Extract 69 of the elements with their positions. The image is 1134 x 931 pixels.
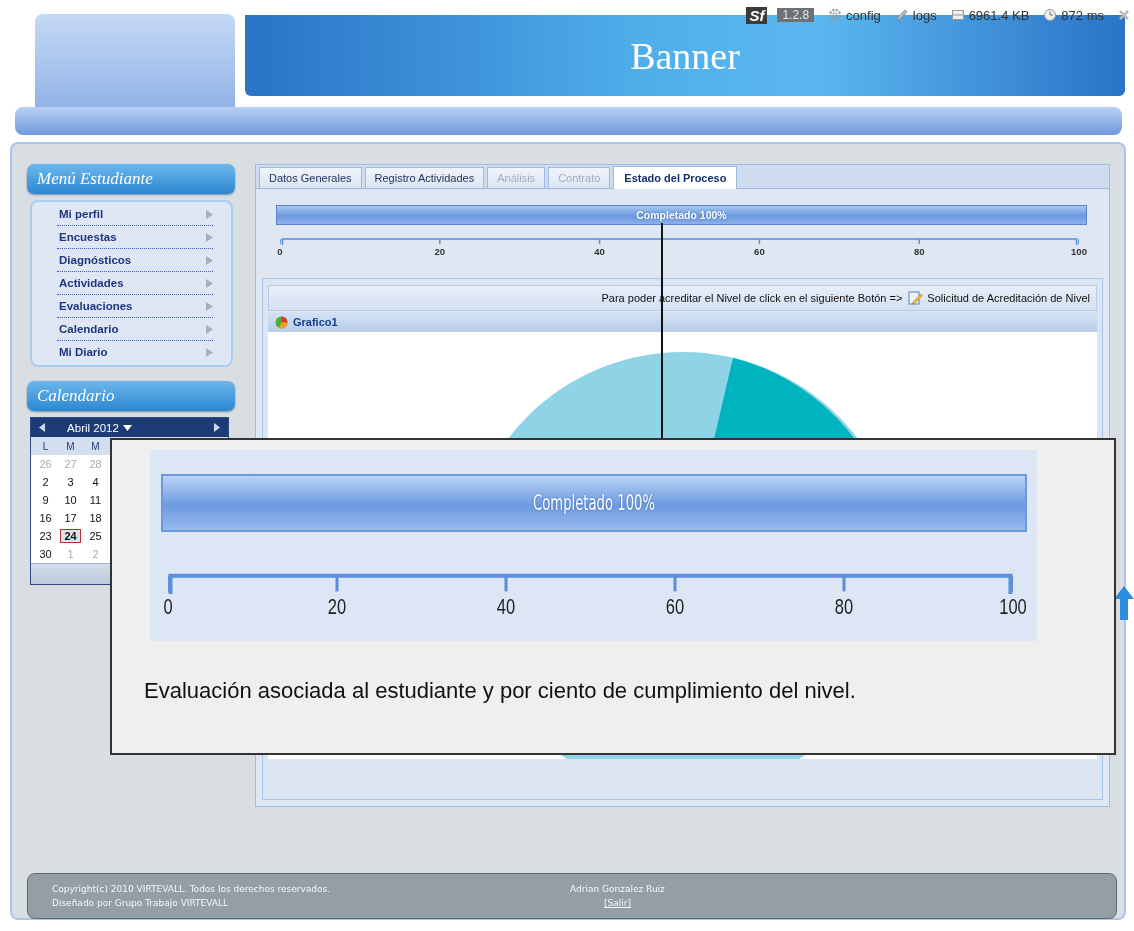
calendar-day[interactable]: 30 bbox=[33, 548, 58, 560]
calendar-title: Calendario bbox=[27, 381, 235, 411]
scale-label: 20 bbox=[434, 246, 446, 257]
tab[interactable]: Datos Generales bbox=[259, 167, 362, 188]
scale-label: 80 bbox=[834, 594, 854, 620]
scale-label: 40 bbox=[496, 594, 516, 620]
calendar-day[interactable]: 9 bbox=[33, 494, 58, 506]
scale-label: 100 bbox=[999, 594, 1027, 620]
calendar-day[interactable]: 16 bbox=[33, 512, 58, 524]
menu-item[interactable]: Evaluaciones bbox=[57, 295, 213, 318]
calendar-day[interactable]: 25 bbox=[83, 530, 108, 542]
version-badge: 1.2.8 bbox=[777, 8, 815, 22]
credits-text: Diseñado por Grupo Trabajo VIRTEVALL bbox=[52, 898, 230, 908]
next-month-icon[interactable] bbox=[212, 423, 220, 432]
banner-title: Banner bbox=[630, 33, 740, 78]
progress-label: Completado 100% bbox=[532, 489, 656, 517]
calendar-day[interactable]: 11 bbox=[83, 494, 108, 506]
weekday-label: M bbox=[65, 440, 76, 452]
menu-item[interactable]: Calendario bbox=[57, 318, 213, 341]
arrow-right-icon bbox=[206, 209, 213, 219]
scale-label: 20 bbox=[327, 594, 347, 620]
menu-title: Menú Estudiante bbox=[27, 164, 235, 194]
arrow-right-icon bbox=[206, 278, 213, 288]
previous-month-icon[interactable] bbox=[39, 423, 47, 432]
pie-chart-icon bbox=[274, 315, 289, 329]
edit-document-icon bbox=[908, 291, 924, 305]
arrow-up-icon[interactable] bbox=[1114, 586, 1134, 620]
clock-icon bbox=[1043, 8, 1058, 22]
framework-logo: Sf bbox=[746, 6, 768, 24]
gear-icon bbox=[828, 8, 843, 22]
calendar-day[interactable]: 10 bbox=[58, 494, 83, 506]
arrow-right-icon bbox=[206, 301, 213, 311]
menu-item[interactable]: Encuestas bbox=[57, 226, 213, 249]
calendar-day[interactable]: 24 bbox=[60, 529, 81, 543]
scale-label: 60 bbox=[754, 246, 765, 257]
calendar-day[interactable]: 18 bbox=[83, 512, 108, 524]
tab[interactable]: Estado del Proceso bbox=[613, 166, 738, 189]
menu-item[interactable]: Mi perfil bbox=[57, 203, 213, 226]
calendar-day[interactable]: 23 bbox=[33, 530, 58, 542]
menu-item[interactable]: Diagnósticos bbox=[57, 249, 213, 272]
scale-label: 0 bbox=[163, 594, 173, 620]
user-name: Adrian Gonzalez Ruiz bbox=[570, 884, 665, 894]
pencil-icon bbox=[894, 8, 909, 22]
scale-label: 60 bbox=[665, 594, 685, 620]
tab[interactable]: Registro Actividades bbox=[364, 167, 485, 188]
arrow-right-icon bbox=[206, 324, 213, 334]
memory-icon bbox=[950, 8, 965, 22]
scale-label: 100 bbox=[1071, 246, 1087, 257]
calendar-day[interactable]: 17 bbox=[58, 512, 83, 524]
calendar-day[interactable]: 3 bbox=[58, 476, 83, 488]
caret-icon bbox=[122, 424, 132, 431]
arrow-right-icon bbox=[206, 347, 213, 357]
arrow-right-icon bbox=[206, 255, 213, 265]
callout-caption: Evaluación asociada al estudiante y por ciento de cumplimiento del nivel. bbox=[144, 678, 857, 704]
calendar-day[interactable]: 4 bbox=[83, 476, 108, 488]
menu-item[interactable]: Mi Diario bbox=[57, 341, 213, 363]
chart-title: Grafico1 bbox=[293, 316, 338, 328]
close-icon[interactable] bbox=[1118, 9, 1130, 21]
weekday-label: L bbox=[41, 440, 50, 452]
menu-item[interactable]: Actividades bbox=[57, 272, 213, 295]
calendar-day[interactable]: 2 bbox=[33, 476, 58, 488]
scale-label: 40 bbox=[594, 246, 605, 257]
arrow-right-icon bbox=[206, 232, 213, 242]
request-link[interactable]: Solicitud de Acreditación de Nivel bbox=[908, 291, 1090, 305]
progress-label: Completado 100% bbox=[635, 208, 728, 223]
weekday-label: M bbox=[90, 440, 101, 452]
copyright-text: Copyright(c) 2010 VIRTEVALL. Todos los derechos reservados. bbox=[52, 884, 331, 894]
scale-label: 0 bbox=[277, 246, 283, 257]
scale-label: 80 bbox=[913, 246, 925, 257]
